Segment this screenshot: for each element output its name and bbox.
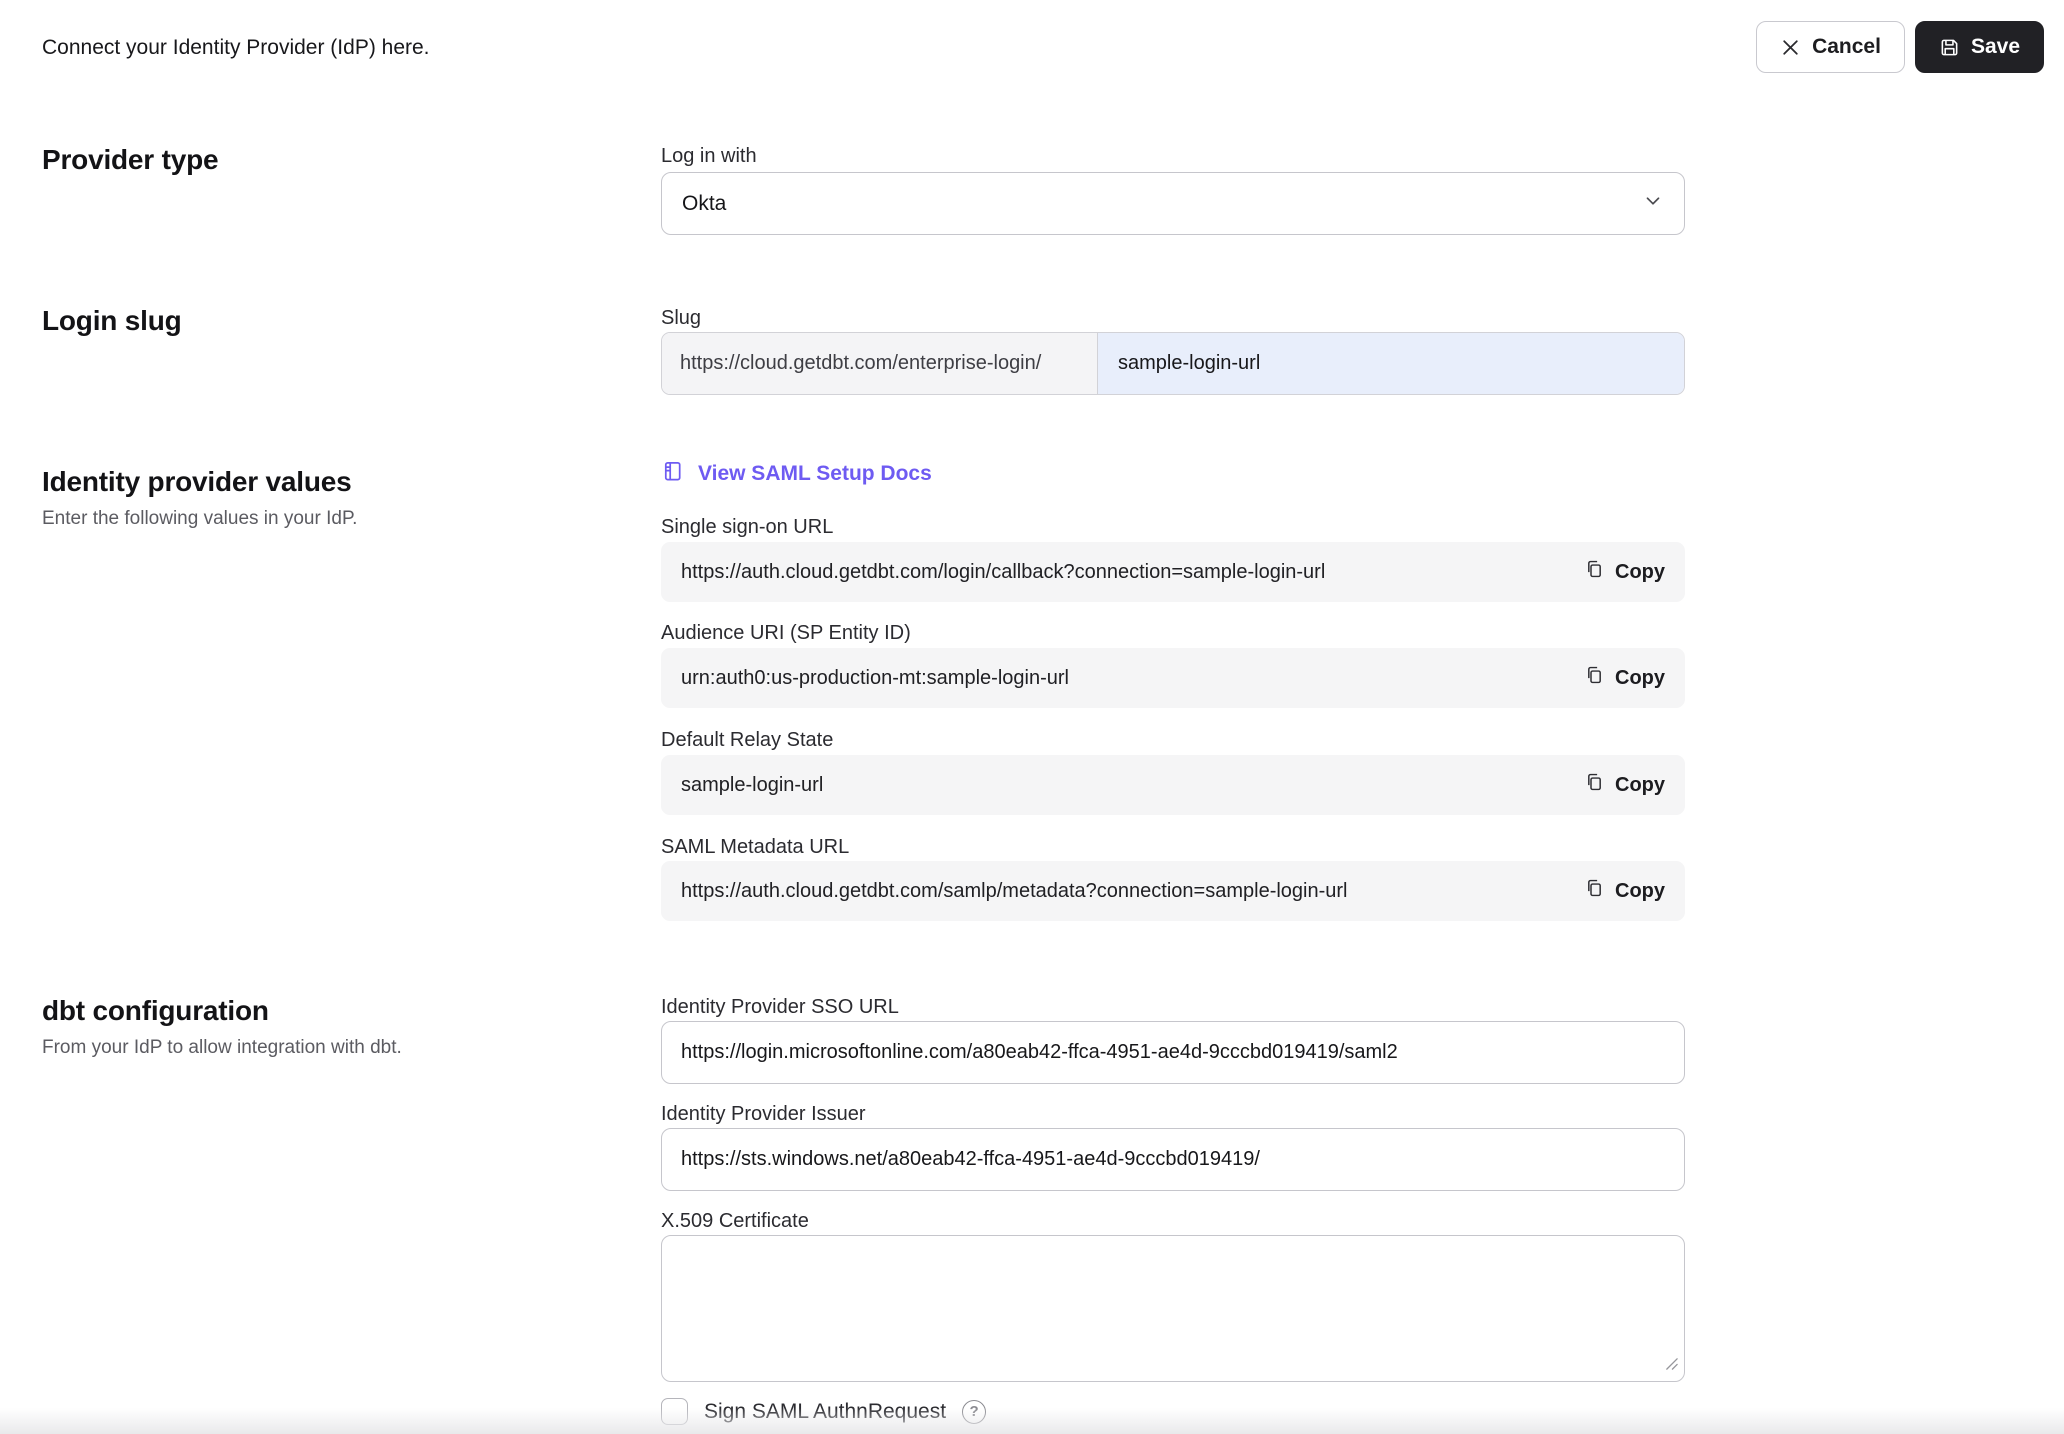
- copy-relay-state-button[interactable]: Copy: [1584, 771, 1665, 799]
- idp-values-subtitle: Enter the following values in your IdP.: [42, 508, 357, 530]
- x509-certificate-textarea[interactable]: [661, 1235, 1685, 1382]
- slug-control: https://cloud.getdbt.com/enterprise-logi…: [661, 332, 1685, 395]
- copy-audience-uri-button[interactable]: Copy: [1584, 664, 1665, 692]
- copy-icon: [1584, 558, 1605, 586]
- audience-uri-label: Audience URI (SP Entity ID): [661, 622, 911, 645]
- idp-settings-page: Connect your Identity Provider (IdP) her…: [0, 0, 2064, 1434]
- slug-input[interactable]: [1098, 333, 1684, 394]
- copy-icon: [1584, 877, 1605, 905]
- sso-url-label: Single sign-on URL: [661, 516, 833, 539]
- save-button[interactable]: Save: [1915, 21, 2044, 73]
- provider-select-value: Okta: [682, 192, 726, 216]
- chevron-down-icon: [1642, 190, 1664, 217]
- cancel-button-label: Cancel: [1812, 35, 1881, 59]
- copy-button-label: Copy: [1615, 667, 1665, 690]
- idp-sso-url-label: Identity Provider SSO URL: [661, 996, 899, 1019]
- journal-docs-icon: [661, 459, 684, 489]
- x-icon: [1780, 37, 1801, 58]
- audience-uri-value: urn:auth0:us-production-mt:sample-login-…: [681, 667, 1069, 690]
- saml-metadata-url-value: https://auth.cloud.getdbt.com/samlp/meta…: [681, 880, 1348, 903]
- copy-icon: [1584, 771, 1605, 799]
- bottom-fade: [0, 1408, 2064, 1434]
- audience-uri-value-box: urn:auth0:us-production-mt:sample-login-…: [661, 648, 1685, 708]
- section-heading-provider-type: Provider type: [42, 144, 218, 176]
- saml-docs-link-label: View SAML Setup Docs: [698, 462, 932, 486]
- dbt-configuration-subtitle: From your IdP to allow integration with …: [42, 1037, 402, 1059]
- cancel-button[interactable]: Cancel: [1756, 21, 1905, 73]
- copy-icon: [1584, 664, 1605, 692]
- saml-metadata-url-value-box: https://auth.cloud.getdbt.com/samlp/meta…: [661, 861, 1685, 921]
- copy-sso-url-button[interactable]: Copy: [1584, 558, 1665, 586]
- saml-metadata-url-label: SAML Metadata URL: [661, 836, 849, 859]
- x509-certificate-label: X.509 Certificate: [661, 1210, 809, 1233]
- saml-docs-link[interactable]: View SAML Setup Docs: [661, 459, 932, 489]
- section-heading-dbt-configuration: dbt configuration: [42, 995, 269, 1027]
- idp-issuer-label: Identity Provider Issuer: [661, 1103, 866, 1126]
- copy-button-label: Copy: [1615, 774, 1665, 797]
- login-with-label: Log in with: [661, 145, 757, 168]
- copy-button-label: Copy: [1615, 880, 1665, 903]
- copy-saml-metadata-url-button[interactable]: Copy: [1584, 877, 1665, 905]
- relay-state-value-box: sample-login-url Copy: [661, 755, 1685, 815]
- relay-state-label: Default Relay State: [661, 729, 833, 752]
- x509-certificate-wrap: [661, 1235, 1685, 1382]
- copy-button-label: Copy: [1615, 561, 1665, 584]
- provider-select[interactable]: Okta: [661, 172, 1685, 235]
- save-button-label: Save: [1971, 35, 2020, 59]
- floppy-save-icon: [1939, 37, 1960, 58]
- idp-issuer-input[interactable]: [661, 1128, 1685, 1191]
- slug-url-prefix: https://cloud.getdbt.com/enterprise-logi…: [662, 333, 1098, 394]
- section-heading-login-slug: Login slug: [42, 305, 182, 337]
- idp-sso-url-input[interactable]: [661, 1021, 1685, 1084]
- slug-label: Slug: [661, 307, 701, 330]
- relay-state-value: sample-login-url: [681, 774, 823, 797]
- page-description: Connect your Identity Provider (IdP) her…: [42, 36, 430, 60]
- sso-url-value: https://auth.cloud.getdbt.com/login/call…: [681, 561, 1325, 584]
- header-actions: Cancel Save: [1756, 21, 2044, 73]
- section-heading-idp-values: Identity provider values: [42, 466, 352, 498]
- sso-url-value-box: https://auth.cloud.getdbt.com/login/call…: [661, 542, 1685, 602]
